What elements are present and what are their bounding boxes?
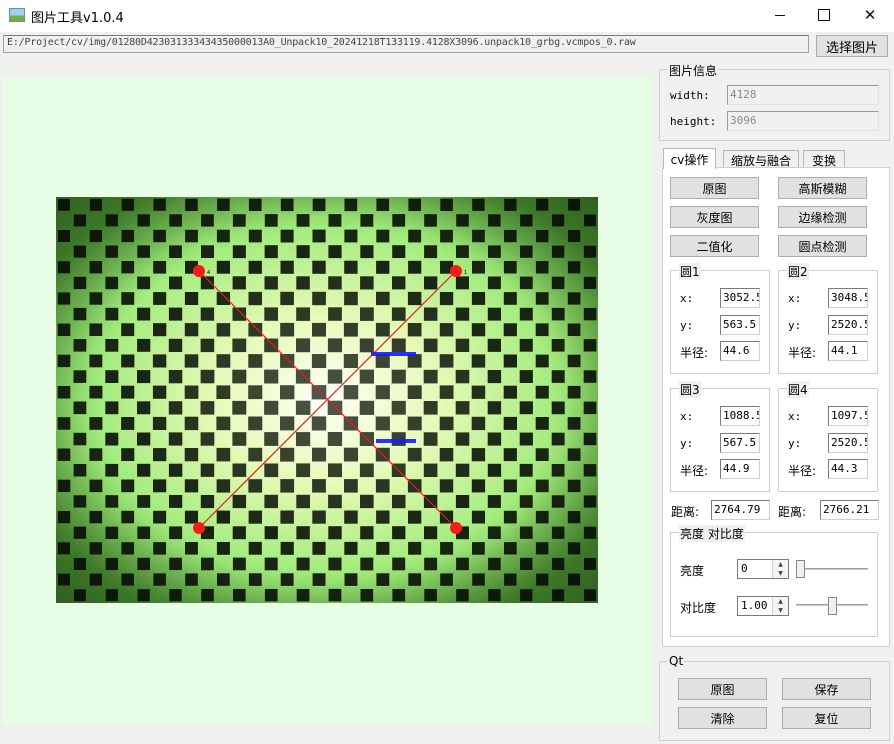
circle-4-title: 圆4 — [787, 381, 809, 398]
contrast-down-icon[interactable]: ▼ — [773, 606, 788, 615]
brightness-label: 亮度 — [680, 564, 705, 578]
contrast-slider-thumb[interactable] — [827, 597, 837, 615]
checkerboard-image: 1 2 3 4 — [56, 197, 598, 603]
minimize-icon[interactable] — [757, 0, 803, 30]
circle-1-y-label: y: — [680, 319, 694, 332]
circle-4-x-label: x: — [788, 410, 802, 423]
file-path-field[interactable]: E:/Project/cv/img/01280D4230313334343500… — [3, 35, 809, 53]
circle-3-radius-field[interactable]: 44.9 — [720, 459, 760, 479]
width-label: width: — [670, 89, 710, 102]
detected-circle-marker — [193, 265, 205, 277]
circle-4-radius-label: 半径: — [788, 464, 817, 478]
circle-1-x-label: x: — [680, 292, 694, 305]
tab-cv-ops[interactable]: cv操作 — [663, 148, 716, 169]
circle-3-x-field[interactable]: 1088.5 — [720, 406, 760, 426]
grayscale-button[interactable]: 灰度图 — [670, 206, 759, 228]
qt-group-title: Qt — [668, 654, 685, 668]
brightness-down-icon[interactable]: ▼ — [773, 569, 788, 578]
circle-2-y-label: y: — [788, 319, 802, 332]
distance-annotation-2 — [376, 439, 416, 443]
marker-number-label: 4 — [207, 270, 210, 276]
brightness-slider-thumb[interactable] — [796, 560, 805, 578]
height-label: height: — [670, 115, 717, 128]
circle-2-radius-field[interactable]: 44.1 — [828, 341, 868, 361]
contrast-label: 对比度 — [680, 601, 717, 615]
circle-4-x-field[interactable]: 1097.5 — [828, 406, 868, 426]
distance-2-field[interactable]: 2766.21 — [820, 500, 879, 520]
circle-2-y-field[interactable]: 2520.5 — [828, 315, 868, 335]
circle-3-y-label: y: — [680, 437, 694, 450]
original-button[interactable]: 原图 — [670, 177, 759, 199]
marker-number-label: 3 — [207, 527, 210, 533]
brightness-slider-track[interactable] — [796, 568, 868, 570]
calibration-image: 1 2 3 4 — [56, 197, 598, 603]
app-image-icon — [9, 8, 25, 22]
title-bar: 图片工具v1.0.4 ✕ — [0, 0, 894, 32]
marker-number-label: 2 — [464, 527, 467, 533]
circle-3-radius-label: 半径: — [680, 464, 709, 478]
select-image-button[interactable]: 选择图片 — [816, 35, 888, 57]
circle-detect-button[interactable]: 圆点检测 — [778, 235, 867, 257]
maximize-icon[interactable] — [801, 0, 847, 30]
circle-3-x-label: x: — [680, 410, 694, 423]
close-icon[interactable]: ✕ — [847, 0, 893, 30]
contrast-spin-arrows[interactable]: ▲ ▼ — [772, 597, 788, 615]
circle-1-title: 圆1 — [679, 263, 701, 280]
distance-annotation-1 — [371, 352, 416, 356]
distance-1-label: 距离: — [671, 505, 700, 519]
circle-4-y-field[interactable]: 2520.5 — [828, 433, 868, 453]
circle-1-y-field[interactable]: 563.5 — [720, 315, 760, 335]
image-info-title: 图片信息 — [668, 62, 719, 79]
edge-detect-button[interactable]: 边缘检测 — [778, 206, 867, 228]
detected-circle-marker — [450, 522, 462, 534]
circle-3-title: 圆3 — [679, 381, 701, 398]
circle-3-y-field[interactable]: 567.5 — [720, 433, 760, 453]
detected-circle-marker — [450, 265, 462, 277]
clear-button[interactable]: 清除 — [678, 707, 767, 729]
width-field: 4128 — [727, 85, 879, 105]
qt-original-button[interactable]: 原图 — [678, 678, 767, 700]
circle-4-y-label: y: — [788, 437, 802, 450]
reset-button[interactable]: 复位 — [782, 707, 871, 729]
circle-2-x-label: x: — [788, 292, 802, 305]
circle-2-title: 圆2 — [787, 263, 809, 280]
brightness-spin-arrows[interactable]: ▲ ▼ — [772, 560, 788, 578]
binarize-button[interactable]: 二值化 — [670, 235, 759, 257]
circle-1-radius-label: 半径: — [680, 346, 709, 360]
save-button[interactable]: 保存 — [782, 678, 871, 700]
circle-2-x-field[interactable]: 3048.5 — [828, 288, 868, 308]
operation-tabs: cv操作 缩放与融合 变换 — [660, 148, 890, 169]
distance-1-field[interactable]: 2764.79 — [711, 500, 770, 520]
marker-number-label: 1 — [464, 270, 467, 276]
distance-2-label: 距离: — [778, 505, 807, 519]
brightness-contrast-group: 亮度 对比度 — [670, 525, 878, 637]
window-title: 图片工具v1.0.4 — [31, 11, 124, 26]
circle-1-radius-field[interactable]: 44.6 — [720, 341, 760, 361]
circle-2-radius-label: 半径: — [788, 346, 817, 360]
contrast-up-icon[interactable]: ▲ — [773, 597, 788, 606]
circle-4-radius-field[interactable]: 44.3 — [828, 459, 868, 479]
qt-group: Qt — [659, 654, 890, 741]
height-field: 3096 — [727, 111, 879, 131]
circle-1-x-field[interactable]: 3052.5 — [720, 288, 760, 308]
detected-circle-marker — [193, 522, 205, 534]
brightness-up-icon[interactable]: ▲ — [773, 560, 788, 569]
gaussian-blur-button[interactable]: 高斯模糊 — [778, 177, 867, 199]
brightness-contrast-title: 亮度 对比度 — [679, 525, 745, 542]
